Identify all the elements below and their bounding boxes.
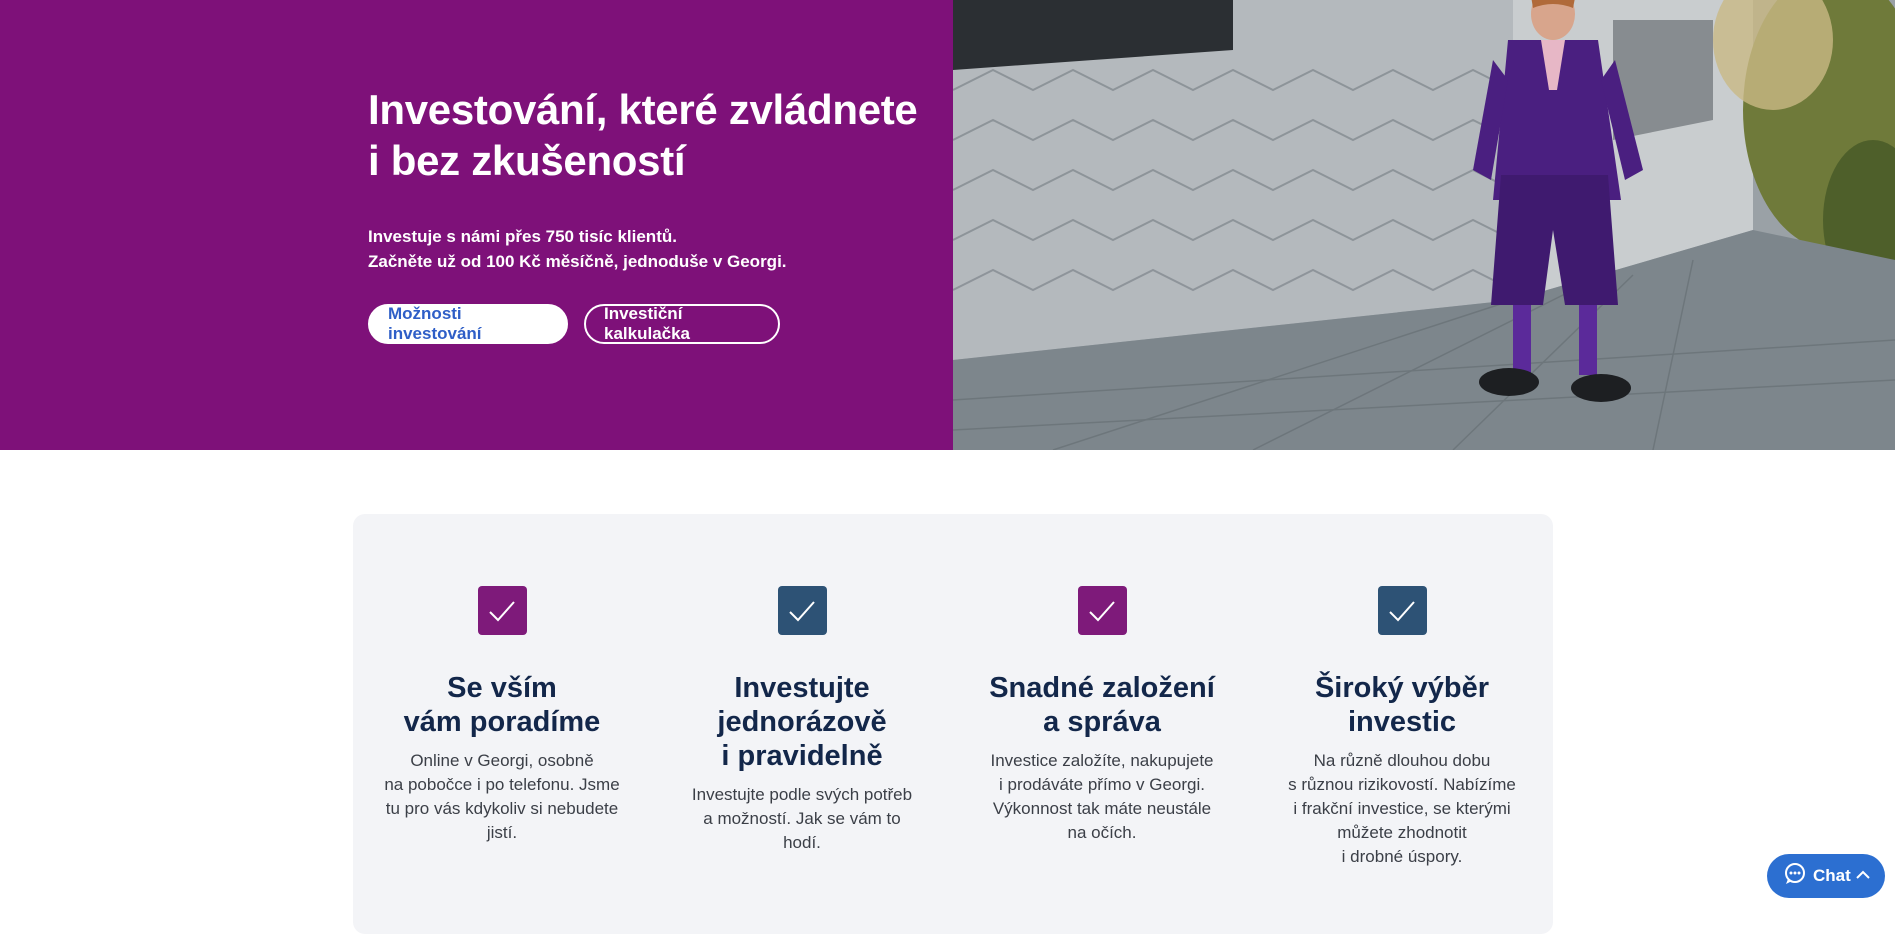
feature-description: Investujte podle svých potřeb a možností… xyxy=(672,783,932,855)
feature-text-line: Na různě dlouhou dobu xyxy=(1313,751,1491,770)
feature-text-line: i frakční investice, se kterými xyxy=(1293,799,1511,818)
feature-title-line: Se vším xyxy=(447,672,557,704)
checkmark-icon xyxy=(477,586,527,635)
feature-title-line: Snadné založení xyxy=(989,672,1215,704)
hero-title: Investování, které zvládnete i bez zkuše… xyxy=(368,84,948,186)
checkmark-icon xyxy=(777,586,827,635)
chat-bubble-icon xyxy=(1783,862,1807,891)
investment-calculator-button[interactable]: Investiční kalkulačka xyxy=(584,304,780,344)
feature-title: Snadné založení a správa xyxy=(972,671,1232,739)
feature-text-line: s různou rizikovostí. Nabízíme xyxy=(1288,775,1516,794)
feature-title-line: Investujte xyxy=(734,672,870,704)
feature-title-line: investic xyxy=(1348,706,1456,738)
feature-text-line: tu pro vás kdykoliv si nebudete xyxy=(385,799,619,818)
feature-text-line: na pobočce i po telefonu. Jsme xyxy=(384,775,620,794)
feature-text-line: hodí. xyxy=(783,833,821,852)
hero-image xyxy=(953,0,1895,450)
feature-title-line: vám poradíme xyxy=(403,706,601,738)
feature-title: Se vším vám poradíme xyxy=(372,671,632,739)
feature-text-line: i prodáváte přímo v Georgi. xyxy=(999,775,1205,794)
features-panel: Se vším vám poradíme Online v Georgi, os… xyxy=(353,514,1553,934)
feature-card: Široký výběr investic Na různě dlouhou d… xyxy=(1272,586,1532,869)
feature-title-line: a správa xyxy=(1043,706,1161,738)
feature-title-line: i pravidelně xyxy=(721,740,883,772)
hero-title-line: i bez zkušeností xyxy=(368,137,686,184)
hero-subtitle-line: Investuje s námi přes 750 tisíc klientů. xyxy=(368,227,677,246)
hero-content: Investování, které zvládnete i bez zkuše… xyxy=(368,84,948,344)
feature-text-line: můžete zhodnotit xyxy=(1337,823,1467,842)
chat-label: Chat xyxy=(1813,866,1851,885)
hero-panel: Investování, které zvládnete i bez zkuše… xyxy=(0,0,953,450)
investment-options-button[interactable]: Možnosti investování xyxy=(368,304,568,344)
checkmark-icon xyxy=(1077,586,1127,635)
hero-buttons: Možnosti investování Investiční kalkulač… xyxy=(368,304,948,344)
feature-title: Investujte jednorázově i pravidelně xyxy=(672,671,932,773)
hero-title-line: Investování, které zvládnete xyxy=(368,86,918,133)
feature-description: Online v Georgi, osobně na pobočce i po … xyxy=(372,749,632,845)
feature-text-line: na očích. xyxy=(1067,823,1137,842)
hero-photo-illustration xyxy=(953,0,1895,450)
chevron-up-icon xyxy=(1855,866,1871,886)
hero-subtitle-line: Začněte už od 100 Kč měsíčně, jednoduše … xyxy=(368,252,787,271)
hero-subtitle: Investuje s námi přes 750 tisíc klientů.… xyxy=(368,224,948,274)
feature-title-line: jednorázově xyxy=(717,706,887,738)
feature-description: Na různě dlouhou dobu s různou rizikovos… xyxy=(1272,749,1532,869)
feature-text-line: Online v Georgi, osobně xyxy=(410,751,594,770)
feature-text-line: Investice založíte, nakupujete xyxy=(990,751,1214,770)
feature-text-line: jistí. xyxy=(486,823,518,842)
feature-text-line: Výkonnost tak máte neustále xyxy=(992,799,1212,818)
feature-text-line: i drobné úspory. xyxy=(1341,847,1463,866)
chat-button[interactable]: Chat xyxy=(1767,854,1885,898)
feature-text-line: Investujte podle svých potřeb xyxy=(691,785,913,804)
hero-section: Investování, které zvládnete i bez zkuše… xyxy=(0,0,1895,450)
feature-text-line: a možností. Jak se vám to xyxy=(703,809,901,828)
feature-title: Široký výběr investic xyxy=(1272,671,1532,739)
feature-card: Snadné založení a správa Investice založ… xyxy=(972,586,1232,845)
feature-title-line: Široký výběr xyxy=(1314,672,1490,704)
feature-card: Se vším vám poradíme Online v Georgi, os… xyxy=(372,586,632,845)
feature-description: Investice založíte, nakupujete i prodává… xyxy=(972,749,1232,845)
feature-card: Investujte jednorázově i pravidelně Inve… xyxy=(672,586,932,855)
checkmark-icon xyxy=(1377,586,1427,635)
